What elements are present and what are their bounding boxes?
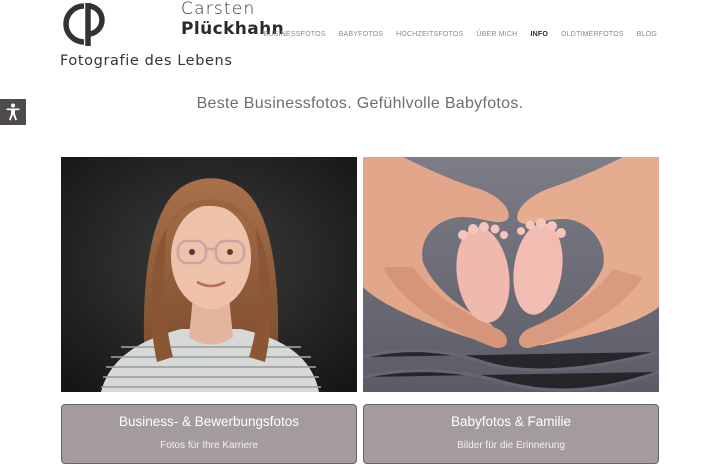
nav-item-oldtimerfotos[interactable]: OLDTIMERFOTOS (561, 31, 624, 38)
card-baby-subtitle: Bilder für die Erinnerung (457, 440, 565, 451)
logo-tagline: Fotografie des Lebens (60, 53, 233, 69)
card-business-caption[interactable]: Business- & Bewerbungsfotos Fotos für Ih… (61, 404, 357, 464)
site-logo[interactable]: Carsten Plückhahn Fotografie des Lebens (60, 0, 284, 72)
main-nav: BUSINESSFOTOS BABYFOTOS HOCHZEITSFOTOS Ü… (264, 31, 657, 38)
baby-photo[interactable] (363, 157, 659, 392)
card-business[interactable]: Business- & Bewerbungsfotos Fotos für Ih… (61, 157, 357, 464)
card-business-title: Business- & Bewerbungsfotos (118, 414, 300, 429)
nav-item-blog[interactable]: BLOG (637, 31, 657, 38)
card-baby-title: Babyfotos & Familie (450, 414, 572, 429)
card-business-subtitle: Fotos für Ihre Karriere (160, 440, 258, 451)
page-headline: Beste Businessfotos. Gefühlvolle Babyfot… (196, 95, 524, 112)
nav-item-businessfotos[interactable]: BUSINESSFOTOS (264, 31, 326, 38)
logo-first-name: Carsten (181, 0, 256, 19)
cp-monogram-icon (63, 3, 105, 46)
nav-item-info[interactable]: INFO (530, 31, 548, 38)
nav-item-babyfotos[interactable]: BABYFOTOS (339, 31, 383, 38)
portrait-photo[interactable] (61, 157, 357, 392)
card-baby[interactable]: Babyfotos & Familie Bilder für die Erinn… (363, 157, 659, 464)
nav-item-ueber-mich[interactable]: ÜBER MICH (476, 31, 517, 38)
nav-item-hochzeitsfotos[interactable]: HOCHZEITSFOTOS (396, 31, 463, 38)
card-baby-caption[interactable]: Babyfotos & Familie Bilder für die Erinn… (363, 404, 659, 464)
